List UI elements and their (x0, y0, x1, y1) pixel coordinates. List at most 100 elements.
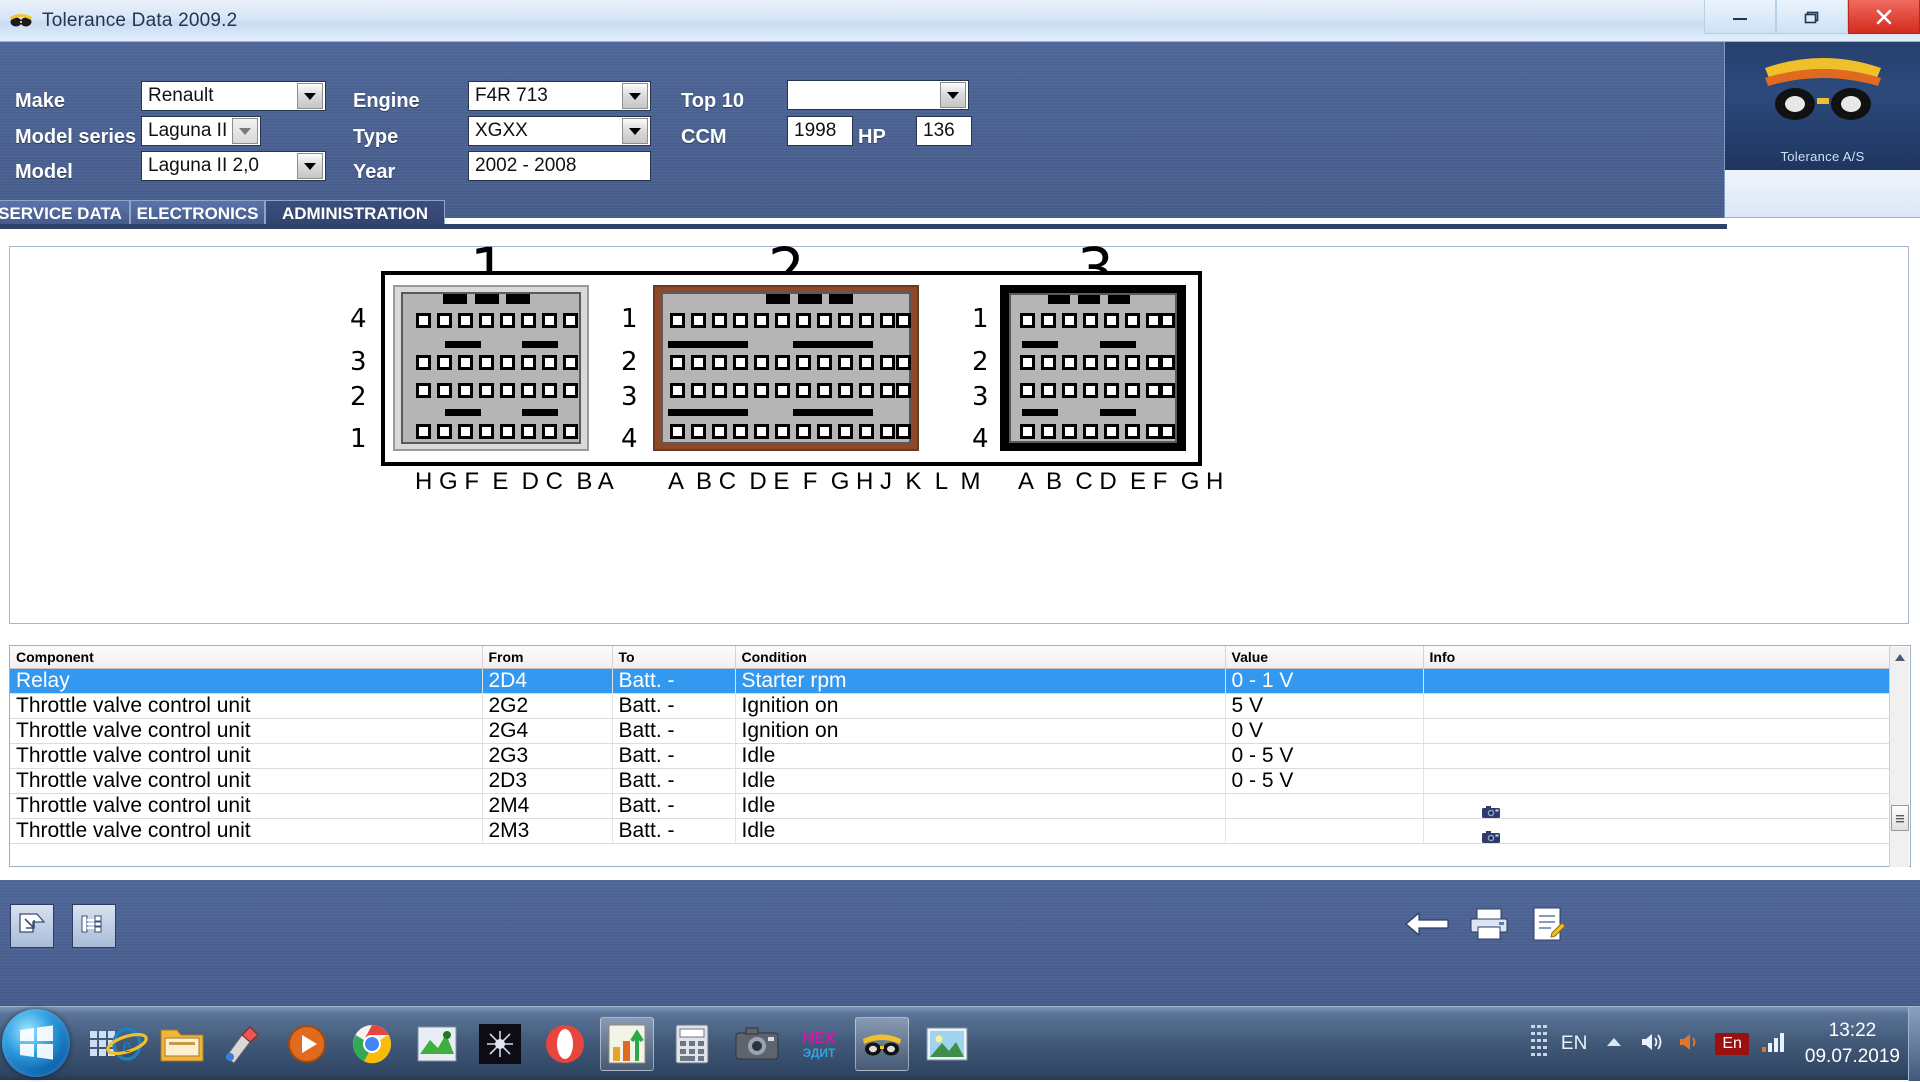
cell-info[interactable] (1423, 793, 1891, 819)
tab-underline (0, 224, 1727, 229)
start-button[interactable] (2, 1009, 70, 1077)
taskbar-paint[interactable] (215, 1017, 269, 1071)
model-series-select[interactable]: Laguna II [2 (141, 116, 261, 146)
cell-from: 2D3 (482, 768, 613, 794)
title-bar: Tolerance Data 2009.2 (0, 0, 1920, 42)
model-series-value: Laguna II [2 (148, 120, 232, 141)
tab-service-data[interactable]: SERVICE DATA (0, 200, 130, 226)
taskbar-ie[interactable]: e (100, 1017, 154, 1071)
column-header-to[interactable]: To (612, 646, 736, 669)
show-hidden-icons-icon[interactable] (1605, 1035, 1623, 1053)
close-button[interactable] (1848, 0, 1920, 34)
tab-electronics[interactable]: ELECTRONICS (130, 200, 265, 226)
hidden-icons-icon[interactable] (1529, 1022, 1551, 1067)
camera-icon[interactable] (1481, 800, 1500, 818)
cell-condition: Starter rpm (735, 668, 1226, 694)
wiring-button[interactable] (72, 904, 116, 948)
table-row[interactable]: Throttle valve control unit 2D3 Batt. - … (10, 768, 1891, 794)
engine-select[interactable]: F4R 713 (468, 81, 651, 111)
column-header-from[interactable]: From (482, 646, 613, 669)
cell-info (1423, 668, 1891, 694)
tray-language[interactable]: EN (1561, 1033, 1587, 1055)
taskbar-opera[interactable] (538, 1017, 592, 1071)
top10-select[interactable] (787, 80, 969, 110)
chevron-down-icon[interactable] (940, 82, 966, 108)
hp-field[interactable]: 136 (916, 116, 972, 146)
type-select[interactable]: XGXX (468, 116, 651, 146)
column-header-value[interactable]: Value (1225, 646, 1424, 669)
taskbar: e HEX ЭДИТ EN En 13:22 09.07.2019 (0, 1006, 1920, 1081)
diagram-button[interactable] (10, 904, 54, 948)
connector-3[interactable] (1000, 285, 1186, 451)
scroll-up-icon[interactable] (1890, 647, 1910, 667)
taskbar-photo-viewer[interactable] (920, 1017, 974, 1071)
connector-1[interactable] (393, 285, 589, 451)
vehicle-selection-header: Make Model series Model Renault Laguna I… (0, 42, 1920, 218)
taskbar-camera-app[interactable] (730, 1017, 784, 1071)
speaker-orange-icon[interactable] (1677, 1030, 1703, 1059)
scrollbar-thumb[interactable] (1891, 805, 1909, 831)
cell-value: 5 V (1225, 693, 1424, 719)
model-select[interactable]: Laguna II 2,0 (141, 151, 326, 181)
table-row[interactable]: Throttle valve control unit 2M3 Batt. - … (10, 818, 1891, 844)
table-vertical-scrollbar[interactable] (1889, 647, 1909, 867)
chevron-down-icon[interactable] (232, 118, 258, 144)
ime-badge[interactable]: En (1715, 1033, 1749, 1055)
taskbar-dark-app[interactable] (473, 1017, 527, 1071)
network-signal-icon[interactable] (1761, 1031, 1787, 1058)
table-row[interactable]: Relay 2D4 Batt. - Starter rpm 0 - 1 V (10, 668, 1891, 694)
chevron-down-icon[interactable] (622, 118, 648, 144)
ccm-field[interactable]: 1998 (787, 116, 853, 146)
table-header-row: Component From To Condition Value Info (10, 646, 1891, 669)
back-button[interactable] (1399, 902, 1455, 950)
column-header-info[interactable]: Info (1423, 646, 1891, 669)
taskbar-calculator[interactable] (665, 1017, 719, 1071)
table-row[interactable]: Throttle valve control unit 2M4 Batt. - … (10, 793, 1891, 819)
taskbar-explorer[interactable] (155, 1017, 209, 1071)
show-desktop-button[interactable] (1908, 1007, 1920, 1081)
model-series-label: Model series (15, 126, 137, 148)
cell-to: Batt. - (612, 793, 736, 819)
main-tabs: SERVICE DATA ELECTRONICS ADMINISTRATION (0, 200, 1727, 226)
taskbar-chrome[interactable] (345, 1017, 399, 1071)
camera-icon[interactable] (1481, 825, 1500, 843)
chevron-down-icon[interactable] (297, 153, 323, 179)
taskbar-green-app[interactable] (410, 1017, 464, 1071)
minimize-button[interactable] (1704, 0, 1776, 34)
make-label: Make (15, 90, 66, 112)
ccm-label: CCM (681, 126, 727, 148)
clock[interactable]: 13:22 09.07.2019 (1805, 1018, 1900, 1070)
cell-info (1423, 768, 1891, 794)
cell-info[interactable] (1423, 818, 1891, 844)
chevron-down-icon[interactable] (297, 83, 323, 109)
column-header-condition[interactable]: Condition (735, 646, 1226, 669)
cell-from: 2M3 (482, 818, 613, 844)
cell-to: Batt. - (612, 818, 736, 844)
connector-2[interactable] (653, 285, 919, 451)
restore-button[interactable] (1776, 0, 1848, 34)
table-row[interactable]: Throttle valve control unit 2G2 Batt. - … (10, 693, 1891, 719)
table-row[interactable]: Throttle valve control unit 2G4 Batt. - … (10, 718, 1891, 744)
engine-value: F4R 713 (475, 85, 548, 106)
top10-label: Top 10 (681, 90, 744, 112)
year-field[interactable]: 2002 - 2008 (468, 151, 651, 181)
tab-administration[interactable]: ADMINISTRATION (265, 200, 445, 226)
table-row[interactable]: Throttle valve control unit 2G3 Batt. - … (10, 743, 1891, 769)
taskbar-hex-app[interactable]: HEX ЭДИТ (792, 1017, 846, 1071)
taskbar-media-player[interactable] (280, 1017, 334, 1071)
notes-button[interactable] (1519, 902, 1575, 950)
print-button[interactable] (1461, 902, 1517, 950)
taskbar-stats-app[interactable] (600, 1017, 654, 1071)
make-select[interactable]: Renault (141, 81, 326, 111)
cell-to: Batt. - (612, 743, 736, 769)
volume-icon[interactable] (1639, 1030, 1665, 1059)
measurement-grid: Component From To Condition Value Info R… (10, 646, 1891, 844)
column-header-component[interactable]: Component (10, 646, 483, 669)
cell-to: Batt. - (612, 693, 736, 719)
chevron-down-icon[interactable] (622, 83, 648, 109)
cell-component: Throttle valve control unit (10, 693, 483, 719)
connector-1-row-4: 4 (350, 304, 367, 334)
taskbar-tolerance-data[interactable] (855, 1017, 909, 1071)
notepad-icon (1526, 905, 1568, 948)
glasses-icon (8, 8, 34, 34)
